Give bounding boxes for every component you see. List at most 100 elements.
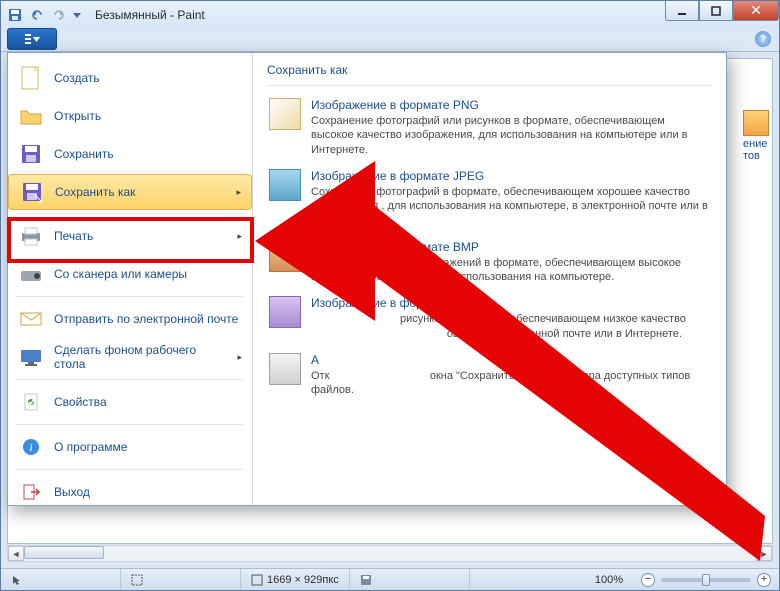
- zoom-readout: 100%: [585, 569, 633, 590]
- titlebar: Безымянный - Paint ✕: [1, 1, 779, 28]
- ribbon-tab-strip: ?: [1, 28, 779, 52]
- qat-save-button[interactable]: [5, 5, 25, 25]
- paint-window: Безымянный - Paint ✕ ? ение тов ◄ ►: [0, 0, 780, 591]
- file-menu-button[interactable]: [7, 28, 57, 50]
- format-item-bmp[interactable]: Изображение в формате BMP Сохранение люб…: [267, 234, 712, 291]
- minimize-button[interactable]: [665, 1, 699, 21]
- scroll-right-button[interactable]: ►: [756, 546, 772, 561]
- help-button[interactable]: ?: [755, 31, 771, 47]
- statusbar: 1669 × 929пкс 100% − +: [1, 568, 779, 590]
- horizontal-scrollbar[interactable]: ◄ ►: [7, 545, 773, 562]
- status-canvas-size: 1669 × 929пкс: [241, 569, 350, 590]
- submenu-arrow-icon: ▸: [236, 187, 241, 198]
- menu-item-email[interactable]: Отправить по электронной почте: [8, 300, 252, 338]
- format-title: Изображение в формате GIF: [311, 296, 686, 310]
- window-controls: ✕: [665, 1, 779, 21]
- menu-label: Со сканера или камеры: [54, 267, 242, 281]
- printer-icon: [18, 223, 44, 249]
- menu-separator: [16, 379, 244, 380]
- qat-redo-button[interactable]: [49, 5, 69, 25]
- menu-label: Сделать фоном рабочего стола: [54, 343, 227, 371]
- menu-label: Выход: [54, 485, 242, 499]
- disk-icon: [360, 574, 372, 586]
- bmp-icon: [269, 240, 301, 272]
- png-icon: [269, 98, 301, 130]
- cursor-icon: [11, 574, 23, 586]
- desktop-icon: [18, 344, 44, 370]
- zoom-in-button[interactable]: +: [757, 573, 771, 587]
- menu-separator: [16, 424, 244, 425]
- menu-item-wallpaper[interactable]: Сделать фоном рабочего стола ▸: [8, 338, 252, 376]
- color-swatch-icon: [743, 110, 769, 136]
- close-button[interactable]: ✕: [733, 1, 779, 21]
- zoom-thumb[interactable]: [702, 574, 710, 586]
- menu-label: Сохранить как: [55, 185, 226, 199]
- saveas-submenu: Сохранить как Изображение в формате PNG …: [253, 53, 726, 505]
- fragment-text-1: ение: [743, 138, 767, 150]
- svg-text:i: i: [29, 440, 32, 454]
- file-menu-left-column: Создать Открыть Сохранить Сохранить как …: [8, 53, 253, 505]
- format-item-gif[interactable]: Изображение в формате GIF Сохранение про…: [267, 290, 712, 347]
- status-cursor-pos: [1, 569, 121, 590]
- submenu-arrow-icon: ▸: [237, 231, 242, 242]
- format-title: Изображение в формате BMP: [311, 240, 710, 254]
- zoom-out-button[interactable]: −: [641, 573, 655, 587]
- format-title: Изображение в формате JPEG: [311, 169, 710, 183]
- submenu-arrow-icon: ▸: [237, 352, 242, 363]
- scroll-track[interactable]: [24, 546, 756, 561]
- save-icon: [18, 141, 44, 167]
- status-selection-size: [121, 569, 241, 590]
- menu-item-open[interactable]: Открыть: [8, 97, 252, 135]
- other-format-icon: [269, 353, 301, 385]
- dimensions-icon: [251, 574, 263, 586]
- qat-undo-button[interactable]: [27, 5, 47, 25]
- format-title: Изображение в формате PNG: [311, 98, 710, 112]
- menu-label: Открыть: [54, 109, 242, 123]
- format-item-jpeg[interactable]: Изображение в формате JPEG Сохранение фо…: [267, 163, 712, 234]
- format-desc: Открытие диалогового окна "Сохранить как…: [311, 369, 710, 398]
- qat-customize-dropdown[interactable]: [71, 5, 83, 25]
- canvas-dimensions-text: 1669 × 929пкс: [267, 574, 339, 586]
- format-desc: Сохранение просрисунков в формате, обесп…: [311, 312, 686, 341]
- submenu-title: Сохранить как: [267, 61, 712, 86]
- format-desc: Сохранение любых изображений в формате, …: [311, 256, 710, 285]
- zoom-percent-text: 100%: [595, 574, 623, 586]
- scroll-thumb[interactable]: [24, 546, 104, 559]
- format-desc: Сохранение фотографий в формате, обеспеч…: [311, 185, 710, 228]
- menu-item-create[interactable]: Создать: [8, 59, 252, 97]
- gif-icon: [269, 296, 301, 328]
- menu-item-scanner[interactable]: Со сканера или камеры: [8, 255, 252, 293]
- file-menu-panel: Создать Открыть Сохранить Сохранить как …: [7, 52, 727, 506]
- menu-separator: [16, 296, 244, 297]
- menu-label: Создать: [54, 71, 242, 85]
- menu-label: Печать: [54, 229, 227, 243]
- menu-label: Свойства: [54, 395, 242, 409]
- menu-item-exit[interactable]: Выход: [8, 473, 252, 511]
- menu-label: Отправить по электронной почте: [54, 312, 242, 326]
- menu-separator: [16, 469, 244, 470]
- envelope-icon: [18, 306, 44, 332]
- quick-access-toolbar: [5, 5, 83, 25]
- saveas-icon: [19, 179, 45, 205]
- scanner-icon: [18, 261, 44, 287]
- open-folder-icon: [18, 103, 44, 129]
- menu-item-save[interactable]: Сохранить: [8, 135, 252, 173]
- jpeg-icon: [269, 169, 301, 201]
- exit-icon: [18, 479, 44, 505]
- info-icon: i: [18, 434, 44, 460]
- menu-item-properties[interactable]: Свойства: [8, 383, 252, 421]
- scroll-left-button[interactable]: ◄: [8, 546, 24, 561]
- menu-item-about[interactable]: i О программе: [8, 428, 252, 466]
- maximize-button[interactable]: [699, 1, 733, 21]
- format-item-png[interactable]: Изображение в формате PNG Сохранение фот…: [267, 92, 712, 163]
- window-title: Безымянный - Paint: [95, 8, 205, 22]
- menu-item-saveas[interactable]: Сохранить как ▸: [8, 174, 252, 210]
- zoom-slider: − +: [633, 573, 779, 587]
- fragment-text-2: тов: [743, 150, 760, 162]
- format-item-other[interactable]: А Открытие диалогового окна "Сохранить к…: [267, 347, 712, 404]
- zoom-track[interactable]: [661, 578, 751, 582]
- format-desc: Сохранение фотографий или рисунков в фор…: [311, 114, 710, 157]
- menu-separator: [16, 213, 244, 214]
- menu-item-print[interactable]: Печать ▸: [8, 217, 252, 255]
- status-file-size: [350, 569, 470, 590]
